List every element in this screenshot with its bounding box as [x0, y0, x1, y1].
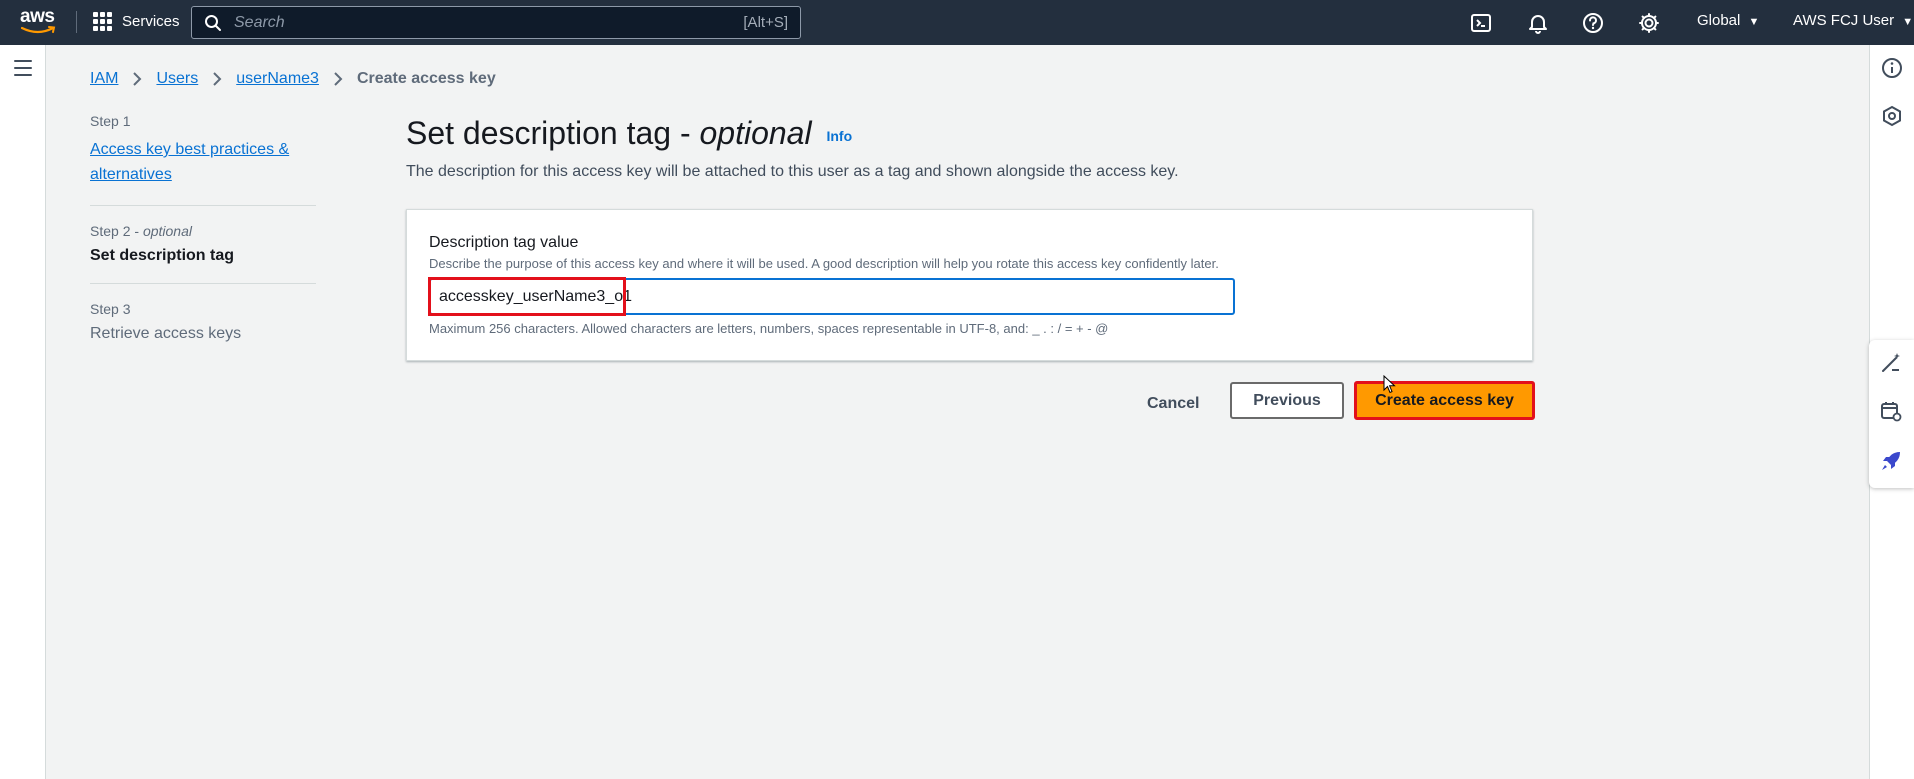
caret-down-icon: ▼: [1902, 16, 1914, 28]
step-label-disabled: Retrieve access keys: [90, 325, 242, 342]
step-number-text: Step 2: [90, 223, 131, 239]
magic-wand-icon[interactable]: [1880, 352, 1902, 374]
search-icon: [205, 14, 221, 31]
page-title-text: Set description tag -: [406, 115, 691, 151]
wizard-step-1: Step 1 Access key best practices & alter…: [90, 113, 316, 206]
field-description: Describe the purpose of this access key …: [429, 256, 1219, 271]
cancel-button[interactable]: Cancel: [1135, 388, 1211, 420]
chevron-right-icon: [133, 72, 142, 86]
search-shortcut: [Alt+S]: [743, 14, 788, 31]
description-tag-input[interactable]: [429, 278, 1235, 315]
step-link-best-practices[interactable]: Access key best practices & alternatives: [90, 141, 289, 183]
aws-smile-icon: [21, 26, 56, 34]
step-label-current: Set description tag: [90, 247, 235, 264]
step-optional-text: optional: [142, 223, 192, 239]
wizard-step-3: Step 3 Retrieve access keys: [90, 301, 316, 361]
step-number: Step 2 - optional: [90, 223, 192, 239]
notifications-bell-icon[interactable]: [1527, 12, 1549, 34]
breadcrumb: IAM Users userName3 Create access key: [90, 70, 496, 88]
nav-divider: [76, 11, 77, 33]
floating-tools-panel: [1869, 340, 1914, 488]
region-label: Global: [1697, 12, 1741, 29]
services-label: Services: [122, 13, 180, 30]
services-menu-button[interactable]: Services: [93, 12, 180, 31]
account-menu[interactable]: AWS FCJ User ▼: [1793, 12, 1913, 29]
step-number: Step 1: [90, 113, 131, 129]
breadcrumb-link-iam[interactable]: IAM: [90, 70, 118, 88]
calendar-settings-icon[interactable]: [1880, 400, 1902, 422]
apps-grid-icon: [93, 12, 112, 31]
breadcrumb-link-username[interactable]: userName3: [236, 70, 319, 88]
region-selector[interactable]: Global ▼: [1697, 12, 1759, 29]
aws-logo-text: aws: [20, 6, 55, 27]
cloudshell-icon[interactable]: [1470, 12, 1492, 34]
search-input[interactable]: Search: [234, 14, 743, 32]
description-tag-panel: Description tag value Describe the purpo…: [406, 209, 1533, 361]
previous-button[interactable]: Previous: [1230, 382, 1344, 419]
breadcrumb-link-users[interactable]: Users: [156, 70, 198, 88]
side-navigation-collapsed: [0, 45, 46, 779]
chevron-right-icon: [334, 72, 343, 86]
wizard-step-2: Step 2 - optional Set description tag: [90, 223, 316, 284]
settings-gear-icon[interactable]: [1638, 12, 1660, 34]
caret-down-icon: ▼: [1748, 16, 1760, 28]
create-access-key-button[interactable]: Create access key: [1354, 381, 1535, 420]
help-icon[interactable]: [1582, 12, 1604, 34]
page-title-optional: optional: [699, 115, 812, 151]
menu-hamburger-icon[interactable]: [14, 60, 32, 81]
account-label: AWS FCJ User: [1793, 12, 1895, 29]
mouse-cursor-icon: [1383, 375, 1396, 394]
field-constraint: Maximum 256 characters. Allowed characte…: [429, 321, 1109, 336]
rocket-launch-icon[interactable]: [1880, 450, 1902, 472]
page-title: Set description tag - optional Info: [406, 115, 852, 152]
top-navigation: aws Services Search [Alt+S] Global ▼ AWS…: [0, 0, 1914, 45]
info-link[interactable]: Info: [826, 128, 852, 144]
hexagon-settings-icon[interactable]: [1881, 105, 1903, 127]
search-bar[interactable]: Search [Alt+S]: [191, 6, 801, 39]
wizard-steps: Step 1 Access key best practices & alter…: [90, 113, 316, 378]
aws-logo[interactable]: aws: [20, 6, 58, 36]
info-panel-icon[interactable]: [1881, 57, 1903, 79]
step-number: Step 3: [90, 301, 131, 317]
chevron-right-icon: [213, 72, 222, 86]
field-label: Description tag value: [429, 234, 579, 251]
page-description: The description for this access key will…: [406, 163, 1179, 180]
breadcrumb-current: Create access key: [356, 70, 496, 87]
